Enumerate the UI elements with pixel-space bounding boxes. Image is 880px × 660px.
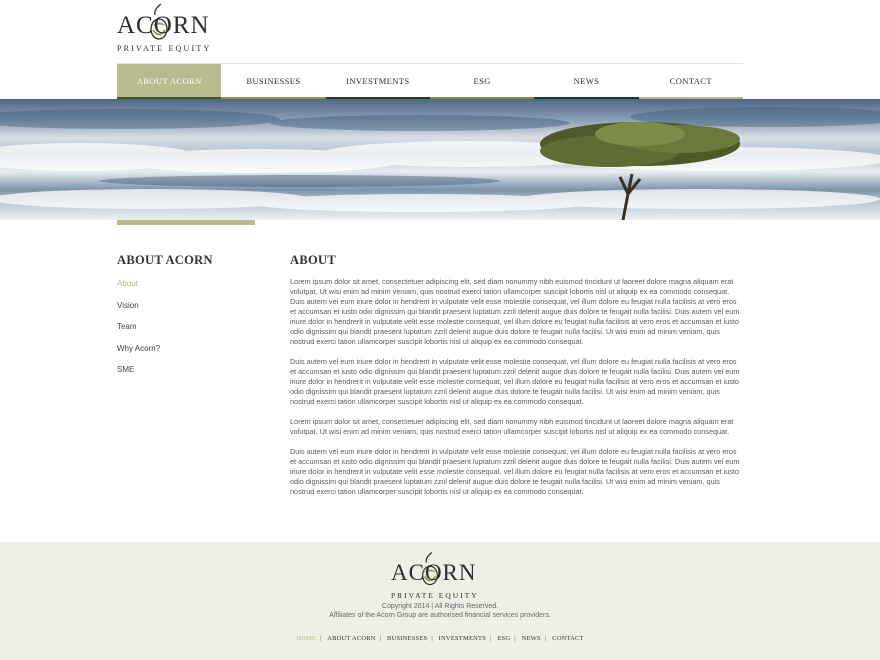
nav-label: CONTACT: [669, 76, 712, 86]
body-paragraph: Lorem ipsum dolor sit amet, consectetuer…: [290, 417, 734, 436]
page-title: ABOUT: [290, 253, 336, 267]
separator: |: [490, 635, 492, 642]
footer-brand-name: ACORN: [391, 560, 477, 585]
nav-label: INVESTMENTS: [346, 76, 410, 86]
nav-item-about-acorn[interactable]: ABOUT ACORN: [117, 64, 222, 100]
footer-link-news[interactable]: NEWS: [522, 635, 541, 642]
sidebar-title: ABOUT ACORN: [117, 253, 213, 267]
footer-link-esg[interactable]: ESG: [497, 635, 510, 642]
main-content: Lorem ipsum dolor sit amet, consectetuer…: [290, 277, 743, 507]
footer-link-home[interactable]: HOME: [296, 635, 316, 642]
footer-link-about-acorn[interactable]: ABOUT ACORN: [327, 635, 376, 642]
sidebar-item-vision[interactable]: Vision: [117, 300, 160, 322]
sidebar-nav: About Vision Team Why Acorn? SME: [117, 278, 160, 386]
nav-label: ABOUT ACORN: [136, 76, 202, 86]
nav-label: ESG: [473, 76, 491, 86]
hero-accent-strip: [117, 220, 255, 225]
body-paragraph: Lorem ipsum dolor sit amet, consectetuer…: [290, 277, 740, 346]
nav-item-investments[interactable]: INVESTMENTS: [325, 64, 430, 100]
footer-link-contact[interactable]: CONTACT: [552, 635, 584, 642]
footer-link-investments[interactable]: INVESTMENTS: [439, 635, 486, 642]
hero-banner: [0, 99, 880, 220]
sidebar-item-team[interactable]: Team: [117, 321, 160, 343]
separator: |: [514, 635, 516, 642]
body-paragraph: Duis autem vel eum iriure dolor in hendr…: [290, 447, 740, 496]
body-paragraph: Duis autem vel eum iriure dolor in hendr…: [290, 357, 740, 406]
sidebar-item-sme[interactable]: SME: [117, 364, 160, 386]
footer-nav: HOME | ABOUT ACORN | BUSINESSES | INVESTMEN…: [0, 635, 880, 642]
cloud-tree-illustration: [0, 107, 880, 220]
affiliates-text: Affiliates of the Acorn Group are author…: [329, 612, 551, 619]
sidebar-item-why-acorn[interactable]: Why Acorn?: [117, 343, 160, 365]
footer: ACORN PRIVATE EQUITY Copyright 2014 | Al…: [0, 542, 880, 660]
brand-name: ACORN: [117, 12, 210, 39]
logo[interactable]: ACORN PRIVATE EQUITY: [117, 2, 210, 54]
nav-item-esg[interactable]: ESG: [429, 64, 535, 100]
nav-label: BUSINESSES: [246, 76, 301, 86]
footer-link-businesses[interactable]: BUSINESSES: [387, 635, 427, 642]
nav-item-news[interactable]: NEWS: [534, 64, 639, 100]
nav-item-contact[interactable]: CONTACT: [638, 64, 743, 100]
footer-brand-tagline: PRIVATE EQUITY: [391, 591, 479, 600]
main-nav: ABOUT ACORN BUSINESSES INVESTMENTS ESG N…: [117, 63, 743, 100]
brand-tagline: PRIVATE EQUITY: [117, 44, 212, 53]
footer-logo[interactable]: ACORN PRIVATE EQUITY: [391, 550, 481, 600]
copyright-text: Copyright 2014 | All Rights Reserved.: [381, 603, 499, 610]
nav-item-businesses[interactable]: BUSINESSES: [221, 64, 326, 100]
separator: |: [320, 635, 322, 642]
separator: |: [544, 635, 547, 642]
separator: |: [431, 635, 433, 642]
nav-label: NEWS: [573, 76, 600, 86]
sidebar-item-about[interactable]: About: [117, 278, 160, 300]
separator: |: [379, 635, 382, 642]
